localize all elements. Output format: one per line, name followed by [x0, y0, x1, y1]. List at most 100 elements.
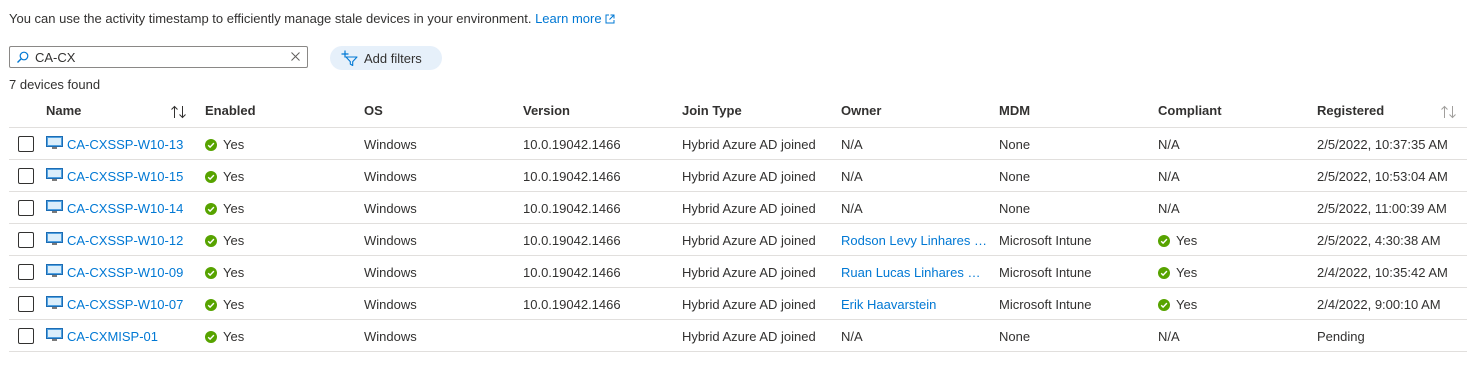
table-row[interactable]: CA-CXSSP-W10-12 Yes Windows 10.0.19042.1…: [9, 223, 1467, 256]
owner-cell: N/A: [841, 169, 863, 184]
info-banner: You can use the activity timestamp to ef…: [9, 11, 615, 26]
device-name-link[interactable]: CA-CXSSP-W10-07: [67, 297, 183, 312]
device-icon: [46, 296, 63, 309]
row-checkbox[interactable]: [18, 264, 34, 280]
enabled-cell: Yes: [205, 297, 244, 312]
device-icon: [46, 264, 63, 277]
search-box[interactable]: [9, 46, 308, 68]
device-icon: [46, 168, 63, 181]
version-cell: 10.0.19042.1466: [523, 137, 621, 152]
registered-cell: 2/4/2022, 9:00:10 AM: [1317, 297, 1441, 312]
table-row[interactable]: CA-CXSSP-W10-14 Yes Windows 10.0.19042.1…: [9, 191, 1467, 224]
compliant-cell: N/A: [1158, 137, 1180, 152]
join-type-cell: Hybrid Azure AD joined: [682, 297, 816, 312]
table-row[interactable]: CA-CXSSP-W10-07 Yes Windows 10.0.19042.1…: [9, 287, 1467, 320]
column-header-owner[interactable]: Owner: [841, 103, 881, 118]
check-circle-icon: [205, 235, 217, 247]
check-circle-icon: [205, 331, 217, 343]
join-type-cell: Hybrid Azure AD joined: [682, 137, 816, 152]
device-name-link[interactable]: CA-CXSSP-W10-15: [67, 169, 183, 184]
version-cell: 10.0.19042.1466: [523, 265, 621, 280]
os-cell: Windows: [364, 137, 417, 152]
device-icon: [46, 200, 63, 213]
enabled-cell: Yes: [205, 329, 244, 344]
column-header-join-type[interactable]: Join Type: [682, 103, 742, 118]
owner-link[interactable]: Erik Haavarstein: [841, 297, 989, 312]
owner-cell: N/A: [841, 329, 863, 344]
column-header-compliant[interactable]: Compliant: [1158, 103, 1222, 118]
row-checkbox[interactable]: [18, 296, 34, 312]
learn-more-link[interactable]: Learn more: [535, 11, 615, 26]
table-row[interactable]: CA-CXMISP-01 Yes Windows Hybrid Azure AD…: [9, 319, 1467, 352]
device-name-link[interactable]: CA-CXSSP-W10-09: [67, 265, 183, 280]
device-name-link[interactable]: CA-CXSSP-W10-14: [67, 201, 183, 216]
clear-search-icon[interactable]: [290, 51, 301, 62]
row-checkbox[interactable]: [18, 328, 34, 344]
compliant-cell: N/A: [1158, 201, 1180, 216]
check-circle-icon: [1158, 299, 1170, 311]
table-row[interactable]: CA-CXSSP-W10-13 Yes Windows 10.0.19042.1…: [9, 127, 1467, 160]
mdm-cell: None: [999, 137, 1031, 152]
registered-cell: 2/5/2022, 4:30:38 AM: [1317, 233, 1441, 248]
join-type-cell: Hybrid Azure AD joined: [682, 265, 816, 280]
mdm-cell: Microsoft Intune: [999, 297, 1092, 312]
device-icon: [46, 232, 63, 245]
column-header-registered[interactable]: Registered: [1317, 103, 1384, 118]
os-cell: Windows: [364, 169, 417, 184]
enabled-cell: Yes: [205, 233, 244, 248]
device-name-link[interactable]: CA-CXMISP-01: [67, 329, 158, 344]
version-cell: 10.0.19042.1466: [523, 233, 621, 248]
version-cell: 10.0.19042.1466: [523, 169, 621, 184]
compliant-cell: N/A: [1158, 329, 1180, 344]
row-checkbox[interactable]: [18, 200, 34, 216]
device-icon: [46, 136, 63, 149]
table-row[interactable]: CA-CXSSP-W10-09 Yes Windows 10.0.19042.1…: [9, 255, 1467, 288]
search-input[interactable]: [35, 49, 280, 65]
os-cell: Windows: [364, 233, 417, 248]
owner-link[interactable]: Rodson Levy Linhares D...: [841, 233, 989, 248]
column-header-name[interactable]: Name: [46, 103, 81, 118]
add-filters-button[interactable]: Add filters: [330, 46, 442, 70]
enabled-cell: Yes: [205, 137, 244, 152]
version-cell: 10.0.19042.1466: [523, 201, 621, 216]
row-checkbox[interactable]: [18, 168, 34, 184]
owner-cell: N/A: [841, 137, 863, 152]
search-icon: [17, 51, 29, 63]
os-cell: Windows: [364, 297, 417, 312]
mdm-cell: None: [999, 329, 1031, 344]
device-name-link[interactable]: CA-CXSSP-W10-12: [67, 233, 183, 248]
check-circle-icon: [205, 171, 217, 183]
row-checkbox[interactable]: [18, 136, 34, 152]
registered-cell: 2/5/2022, 11:00:39 AM: [1317, 201, 1447, 216]
registered-cell: 2/4/2022, 10:35:42 AM: [1317, 265, 1448, 280]
external-link-icon: [605, 14, 615, 24]
os-cell: Windows: [364, 265, 417, 280]
result-count: 7 devices found: [9, 77, 101, 92]
check-circle-icon: [1158, 267, 1170, 279]
row-checkbox[interactable]: [18, 232, 34, 248]
mdm-cell: None: [999, 169, 1031, 184]
check-circle-icon: [205, 299, 217, 311]
column-header-mdm[interactable]: MDM: [999, 103, 1030, 118]
owner-link[interactable]: Ruan Lucas Linhares No...: [841, 265, 989, 280]
mdm-cell: None: [999, 201, 1031, 216]
join-type-cell: Hybrid Azure AD joined: [682, 329, 816, 344]
device-name-link[interactable]: CA-CXSSP-W10-13: [67, 137, 183, 152]
check-circle-icon: [1158, 235, 1170, 247]
sort-icon[interactable]: [170, 105, 187, 119]
column-header-version[interactable]: Version: [523, 103, 570, 118]
add-filter-icon: [341, 50, 358, 66]
column-header-enabled[interactable]: Enabled: [205, 103, 256, 118]
compliant-cell: Yes: [1158, 265, 1197, 280]
check-circle-icon: [205, 267, 217, 279]
os-cell: Windows: [364, 329, 417, 344]
enabled-cell: Yes: [205, 169, 244, 184]
check-circle-icon: [205, 139, 217, 151]
owner-cell: N/A: [841, 201, 863, 216]
sort-icon[interactable]: [1440, 105, 1457, 119]
table-row[interactable]: CA-CXSSP-W10-15 Yes Windows 10.0.19042.1…: [9, 159, 1467, 192]
enabled-cell: Yes: [205, 201, 244, 216]
os-cell: Windows: [364, 201, 417, 216]
column-header-os[interactable]: OS: [364, 103, 383, 118]
join-type-cell: Hybrid Azure AD joined: [682, 169, 816, 184]
